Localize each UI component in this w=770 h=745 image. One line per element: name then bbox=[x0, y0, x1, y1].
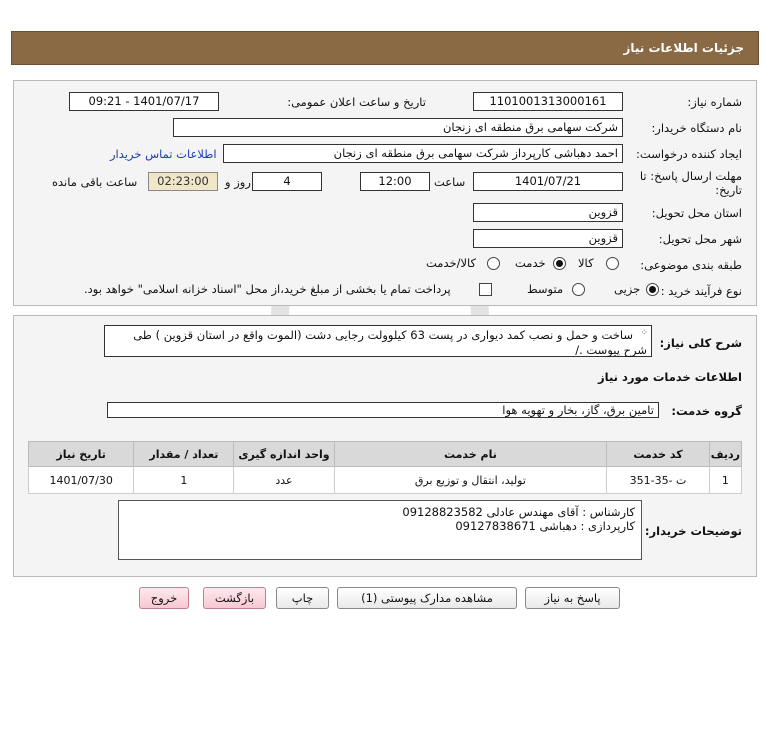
buyer-notes-line-2: کارپردازی : دهباشی 09127838671 bbox=[455, 519, 635, 533]
hour-label: ساعت bbox=[434, 175, 466, 189]
remaining-timer: 02:23:00 bbox=[148, 172, 218, 191]
category-radio-goods-service[interactable] bbox=[487, 257, 500, 270]
buyer-contact-link[interactable]: اطلاعات تماس خریدار bbox=[110, 147, 217, 161]
service-group-label: گروه خدمت: bbox=[671, 404, 742, 418]
buyer-org-field: شرکت سهامی برق منطقه ای زنجان bbox=[173, 118, 623, 137]
need-number-label: شماره نیاز: bbox=[687, 95, 742, 109]
cell-unit: عدد bbox=[233, 466, 335, 494]
reply-button[interactable]: پاسخ به نیاز bbox=[525, 587, 620, 609]
category-label: طبقه بندی موضوعی: bbox=[640, 258, 742, 272]
description-box: ساخت و حمل و نصب کمد دیواری در پست 63 کی… bbox=[104, 325, 652, 357]
col-header-row: ردیف bbox=[708, 441, 743, 467]
need-number-field: 1101001313000161 bbox=[473, 92, 623, 111]
cell-name: تولید، انتقال و توزیع برق bbox=[333, 466, 608, 494]
purchase-radio-minor[interactable] bbox=[646, 283, 659, 296]
payment-note: پرداخت تمام یا بخشی از مبلغ خرید،از محل … bbox=[84, 282, 451, 296]
table-header-row: ردیف کد خدمت نام خدمت واحد اندازه گیری ت… bbox=[27, 441, 743, 467]
city-field: قزوین bbox=[473, 229, 623, 248]
services-table: ردیف کد خدمت نام خدمت واحد اندازه گیری ت… bbox=[27, 441, 743, 494]
buyer-org-label: نام دستگاه خریدار: bbox=[651, 121, 742, 135]
purchase-type-label: نوع فرآیند خرید : bbox=[660, 284, 742, 298]
city-label: شهر محل تحویل: bbox=[658, 232, 742, 246]
services-section-title: اطلاعات خدمات مورد نیاز bbox=[598, 370, 742, 384]
page-header: جزئیات اطلاعات نیاز bbox=[11, 31, 759, 65]
view-attachments-button[interactable]: مشاهده مدارک پیوستی (1) bbox=[337, 587, 517, 609]
exit-button[interactable]: خروج bbox=[139, 587, 189, 609]
buyer-notes-box: کارشناس : آقای مهندس عادلی 09128823582 ک… bbox=[118, 500, 642, 560]
purchase-option-minor: جزیی bbox=[614, 282, 641, 296]
announce-datetime-field: 1401/07/17 - 09:21 bbox=[69, 92, 219, 111]
table-row: 1 ت -35-351 تولید، انتقال و توزیع برق عد… bbox=[27, 466, 743, 494]
category-radio-goods[interactable] bbox=[606, 257, 619, 270]
days-label: روز و bbox=[225, 175, 251, 189]
col-header-name: نام خدمت bbox=[333, 441, 608, 467]
purchase-option-medium: متوسط bbox=[527, 282, 564, 296]
print-button[interactable]: چاپ bbox=[276, 587, 329, 609]
province-field: قزوین bbox=[473, 203, 623, 222]
col-header-unit: واحد اندازه گیری bbox=[233, 441, 335, 467]
service-group-field: تامین برق، گاز، بخار و تهویه هوا bbox=[107, 402, 659, 418]
remaining-label: ساعت باقی مانده bbox=[52, 175, 138, 189]
deadline-label: مهلت ارسال پاسخ: تا bbox=[639, 169, 742, 183]
category-radio-service[interactable] bbox=[553, 257, 566, 270]
description-line-2: شرح پیوست ./ bbox=[575, 343, 647, 357]
category-option-goods: کالا bbox=[578, 256, 594, 270]
col-header-code: کد خدمت bbox=[606, 441, 710, 467]
cell-date: 1401/07/30 bbox=[27, 466, 135, 494]
page-title: جزئیات اطلاعات نیاز bbox=[623, 41, 744, 55]
requester-field: احمد دهباشی کارپرداز شرکت سهامی برق منطق… bbox=[223, 144, 623, 163]
col-header-qty: تعداد / مقدار bbox=[133, 441, 235, 467]
announce-label: تاریخ و ساعت اعلان عمومی: bbox=[287, 95, 426, 109]
category-option-goods-service: کالا/خدمت bbox=[426, 256, 477, 270]
deadline-time-field: 12:00 bbox=[360, 172, 430, 191]
days-field: 4 bbox=[252, 172, 322, 191]
category-option-service: خدمت bbox=[515, 256, 546, 270]
requester-label: ایجاد کننده درخواست: bbox=[636, 147, 742, 161]
back-button[interactable]: بازگشت bbox=[203, 587, 266, 609]
buyer-notes-label: توضیحات خریدار: bbox=[644, 524, 742, 538]
resize-handle-icon: ⁘ bbox=[640, 328, 648, 338]
province-label: استان محل تحویل: bbox=[651, 206, 742, 220]
description-label: شرح کلی نیاز: bbox=[659, 336, 742, 350]
col-header-date: تاریخ نیاز bbox=[27, 441, 135, 467]
deadline-date-field: 1401/07/21 bbox=[473, 172, 623, 191]
description-line-1: ساخت و حمل و نصب کمد دیواری در پست 63 کی… bbox=[133, 328, 633, 342]
cell-code: ت -35-351 bbox=[606, 466, 710, 494]
cell-qty: 1 bbox=[133, 466, 235, 494]
cell-row: 1 bbox=[708, 466, 743, 494]
need-info-panel bbox=[13, 80, 757, 306]
buyer-notes-line-1: کارشناس : آقای مهندس عادلی 09128823582 bbox=[402, 505, 635, 519]
deadline-label-date: تاریخ: bbox=[715, 183, 742, 197]
treasury-checkbox[interactable] bbox=[479, 283, 492, 296]
purchase-radio-medium[interactable] bbox=[572, 283, 585, 296]
